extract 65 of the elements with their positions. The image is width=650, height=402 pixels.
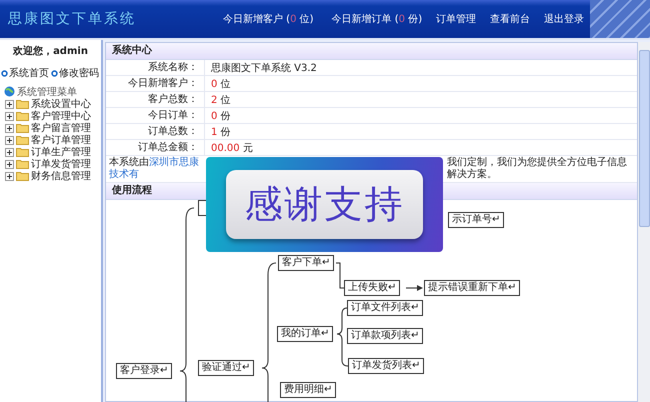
connector-line [336,262,344,288]
nav-link[interactable]: 今日新增客户 (0 位) [223,12,314,26]
nav-link[interactable]: 退出登录 [544,12,584,26]
field-label: 今日新增客户： [106,76,205,91]
field-value: 0 位 [210,78,231,90]
tree-item[interactable]: 订单发货管理 [31,157,91,171]
flow-node: 示订单号↵ [448,212,504,228]
expand-icon[interactable] [5,112,14,120]
field-value: 00.00 元 [210,142,253,154]
expand-icon[interactable] [5,172,14,180]
nav-link[interactable]: 查看前台 [490,12,530,26]
field-value: 2 位 [210,94,231,106]
keyboard-graphic [590,0,650,38]
field-value: 思康图文下单系统 V3.2 [210,62,317,74]
globe-icon [4,86,15,97]
field-label: 订单总金额： [106,140,205,155]
brace [336,308,348,366]
footer-text: 我们定制，我们为您提供全方位电子信息解决方案。 [447,157,628,181]
folder-icon [16,99,29,109]
flow-node: 费用明细↵ [280,382,336,398]
expand-icon[interactable] [5,100,14,108]
flow-node: 提示错误重新下单↵ [424,280,520,296]
field-value: 1 份 [210,126,231,138]
expand-icon[interactable] [5,136,14,144]
folder-icon [16,135,29,145]
section-header: 系统中心 [106,43,637,60]
flow-node: 验证通过↵ [198,360,254,376]
app-title: 思康图文下单系统 [8,10,137,28]
folder-icon [16,111,29,121]
expand-icon[interactable] [5,148,14,156]
ring-icon [51,70,58,76]
tree-item[interactable]: 客户订单管理 [31,133,91,147]
sidebar-link[interactable]: 系统首页 [1,66,49,80]
arrow [406,285,423,291]
folder-icon [16,147,29,157]
flow-node: 订单款项列表↵ [347,328,424,344]
expand-icon[interactable] [5,160,14,168]
folder-icon [16,171,29,181]
field-label: 系统名称： [106,60,205,75]
scrollbar[interactable] [638,42,650,402]
flow-node: 客户登录↵ [116,363,172,379]
field-value: 0 份 [210,110,231,122]
flow-node: 订单文件列表↵ [347,300,424,316]
flow-node: 我的订单↵ [277,326,334,342]
sidebar-link[interactable]: 修改密码 [51,66,99,80]
expand-icon[interactable] [5,124,14,132]
flow-node: 订单发货列表↵ [348,358,424,374]
field-label: 订单总数： [106,124,205,139]
folder-icon [16,123,29,133]
nav-link[interactable]: 订单管理 [436,12,476,26]
folder-icon [16,159,29,169]
flow-node: 上传失败↵ [344,280,400,296]
field-label: 客户总数： [106,92,205,107]
footer-text: 本系统由深圳市思康技术有 [109,157,200,181]
field-label: 今日订单： [106,108,205,123]
tree-item[interactable]: 财务信息管理 [31,169,91,183]
flow-node: 客户下单↵ [278,255,334,271]
ring-icon [1,70,8,76]
tree-item[interactable]: 订单生产管理 [31,145,91,159]
welcome-text: 欢迎您，admin [12,44,89,58]
tree-item[interactable]: 系统设置中心 [31,97,91,111]
menu-title: 系统管理菜单 [17,86,77,98]
tree-item[interactable]: 客户留言管理 [31,121,91,135]
nav-link[interactable]: 今日新增订单 (0 份) [332,12,422,26]
tree-item[interactable]: 客户管理中心 [31,109,91,123]
